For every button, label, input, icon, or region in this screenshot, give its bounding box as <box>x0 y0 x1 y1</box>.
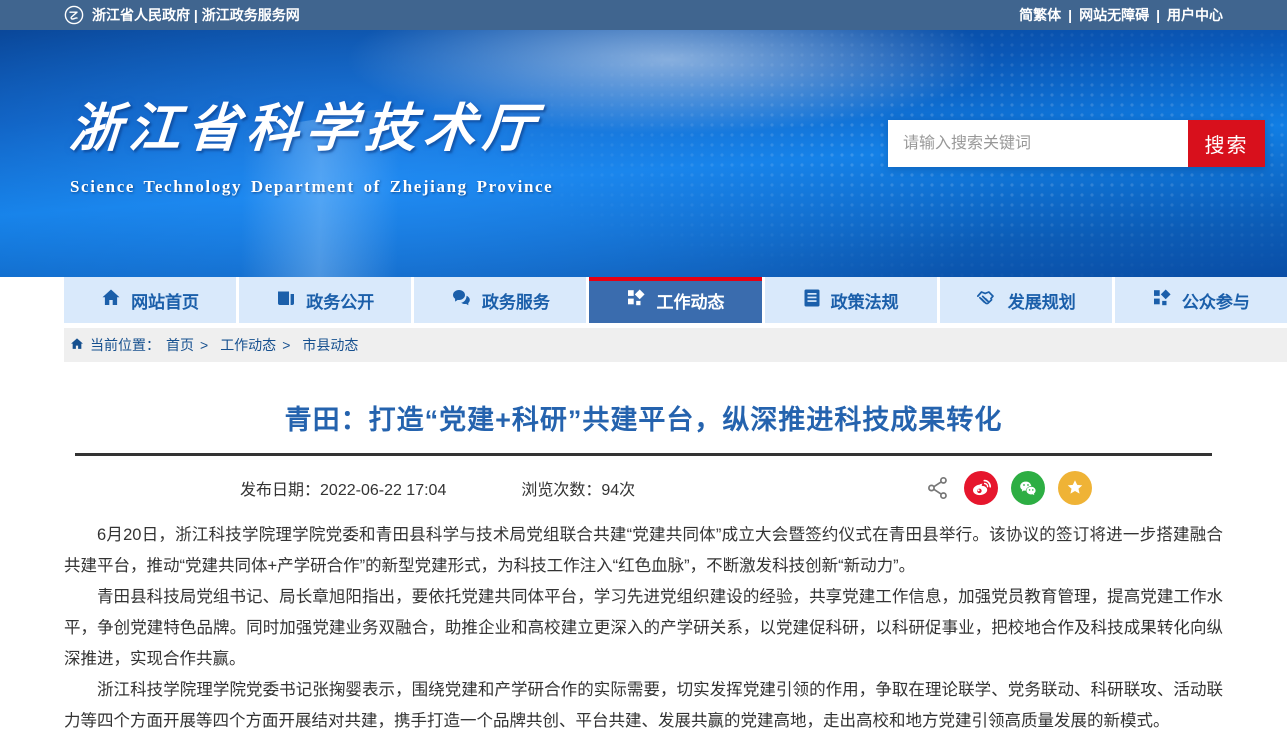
accessibility-link[interactable]: 网站无障碍 <box>1079 5 1149 25</box>
breadcrumb-separator: > <box>200 337 208 353</box>
nav-item-planning[interactable]: 发展规划 <box>940 277 1112 323</box>
dynamics-icon <box>626 288 646 313</box>
site-identity: 浙江省科学技术厅 Science Technology Department o… <box>70 86 553 197</box>
simplified-traditional-link[interactable]: 简繁体 <box>1019 5 1061 25</box>
view-count-value: 94次 <box>601 482 635 499</box>
services-icon <box>451 288 472 313</box>
breadcrumb-separator: > <box>282 337 290 353</box>
article-paragraph: 浙江科技学院理学院党委书记张掬婴表示，围绕党建和产学研合作的实际需要，切实发挥党… <box>64 675 1223 737</box>
nav-label: 公众参与 <box>1182 288 1250 313</box>
article-paragraph: 下一步，青田县科技局将继续探索党建与业务深度融合发展之路，努力实现互带互动、优势… <box>64 737 1223 741</box>
view-count: 浏览次数：94次 <box>521 476 635 500</box>
user-center-link[interactable]: 用户中心 <box>1167 5 1223 25</box>
nav-item-work-dynamics[interactable]: 工作动态 <box>589 277 761 323</box>
nav-label: 政务服务 <box>482 288 550 313</box>
breadcrumb: 当前位置： 首页 > 工作动态 > 市县动态 <box>64 328 1287 362</box>
wechat-icon[interactable] <box>1011 471 1045 505</box>
nav-item-home[interactable]: 网站首页 <box>64 277 236 323</box>
nav-label: 政务公开 <box>306 288 374 313</box>
site-banner: 浙江省科学技术厅 Science Technology Department o… <box>0 30 1287 277</box>
qzone-icon[interactable] <box>1058 471 1092 505</box>
breadcrumb-link-city-county[interactable]: 市县动态 <box>302 335 358 355</box>
view-count-label: 浏览次数： <box>521 482 601 499</box>
breadcrumb-home-icon <box>70 337 84 354</box>
breadcrumb-link-work-dynamics[interactable]: 工作动态 <box>220 335 276 355</box>
site-name-calligraphy: 浙江省科学技术厅 <box>67 86 556 161</box>
topbar-separator: | <box>1156 7 1160 23</box>
article-meta-row: 发布日期：2022-06-22 17:04 浏览次数：94次 <box>0 462 1287 514</box>
topbar-right-links: 简繁体 | 网站无障碍 | 用户中心 <box>1019 5 1223 25</box>
nav-label: 工作动态 <box>656 288 724 313</box>
search-button[interactable]: 搜索 <box>1188 120 1265 167</box>
nav-label: 政策法规 <box>831 288 899 313</box>
breadcrumb-link-home[interactable]: 首页 <box>166 335 194 355</box>
nav-item-participation[interactable]: 公众参与 <box>1115 277 1287 323</box>
breadcrumb-prefix: 当前位置： <box>90 335 160 355</box>
article-paragraph: 6月20日，浙江科技学院理学院党委和青田县科学与技术局党组联合共建“党建共同体”… <box>64 520 1223 582</box>
participation-icon <box>1152 288 1172 313</box>
policy-icon <box>803 288 821 313</box>
title-divider <box>75 453 1212 456</box>
search-input[interactable] <box>888 120 1188 167</box>
disclosure-icon <box>276 288 296 313</box>
topbar-separator: | <box>1068 7 1072 23</box>
home-icon <box>101 288 121 313</box>
nav-item-services[interactable]: 政务服务 <box>414 277 586 323</box>
site-search: 搜索 <box>888 120 1265 167</box>
article-title: 青田：打造“党建+科研”共建平台，纵深推进科技成果转化 <box>0 398 1287 437</box>
weibo-icon[interactable] <box>964 471 998 505</box>
site-name-english: Science Technology Department of Zhejian… <box>70 177 553 197</box>
article-paragraph: 青田县科技局党组书记、局长章旭阳指出，要依托党建共同体平台，学习先进党组织建设的… <box>64 582 1223 675</box>
article-container: 青田：打造“党建+科研”共建平台，纵深推进科技成果转化 发布日期：2022-06… <box>0 398 1287 741</box>
publish-date-value: 2022-06-22 17:04 <box>320 482 446 499</box>
nav-label: 发展规划 <box>1008 288 1076 313</box>
nav-item-disclosure[interactable]: 政务公开 <box>239 277 411 323</box>
top-utility-bar: 浙江省人民政府 | 浙江政务服务网 简繁体 | 网站无障碍 | 用户中心 <box>0 0 1287 30</box>
planning-handshake-icon <box>976 288 998 312</box>
share-buttons <box>925 471 1092 505</box>
publish-date: 发布日期：2022-06-22 17:04 <box>240 476 446 500</box>
nav-item-policy[interactable]: 政策法规 <box>765 277 937 323</box>
portal-links-text[interactable]: 浙江省人民政府 | 浙江政务服务网 <box>92 5 300 25</box>
publish-date-label: 发布日期： <box>240 482 320 499</box>
zhejiang-gov-logo-icon <box>64 5 84 25</box>
share-nodes-icon[interactable] <box>925 475 951 501</box>
government-portal-link[interactable]: 浙江省人民政府 | 浙江政务服务网 <box>64 5 300 25</box>
main-navigation: 网站首页 政务公开 政务服务 工作动态 <box>64 277 1287 323</box>
article-body: 6月20日，浙江科技学院理学院党委和青田县科学与技术局党组联合共建“党建共同体”… <box>64 520 1223 741</box>
nav-label: 网站首页 <box>131 288 199 313</box>
